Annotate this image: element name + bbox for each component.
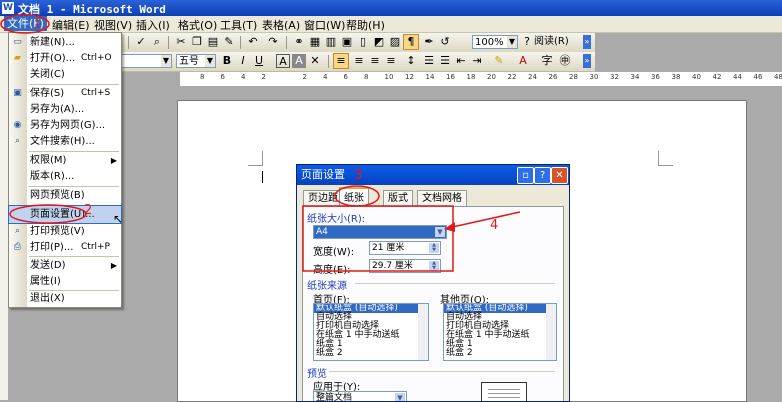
- annotation-rect-paper-size: [302, 205, 454, 272]
- annotation-ellipse-file: [0, 14, 50, 34]
- annotation-ellipse-page-setup: [9, 204, 87, 224]
- annotation-number-1: 1: [34, 17, 41, 30]
- annotation-arrow-line: [447, 211, 521, 229]
- mouse-pointer-icon: ↖: [113, 212, 124, 226]
- annotation-number-4: 4: [490, 218, 499, 233]
- annotation-number-3: 3: [354, 168, 363, 183]
- annotation-ellipse-paper-tab: [334, 185, 380, 207]
- annotation-arrow-head: [444, 222, 455, 232]
- annotation-layer: [0, 14, 521, 272]
- annotation-number-2: 2: [84, 203, 93, 218]
